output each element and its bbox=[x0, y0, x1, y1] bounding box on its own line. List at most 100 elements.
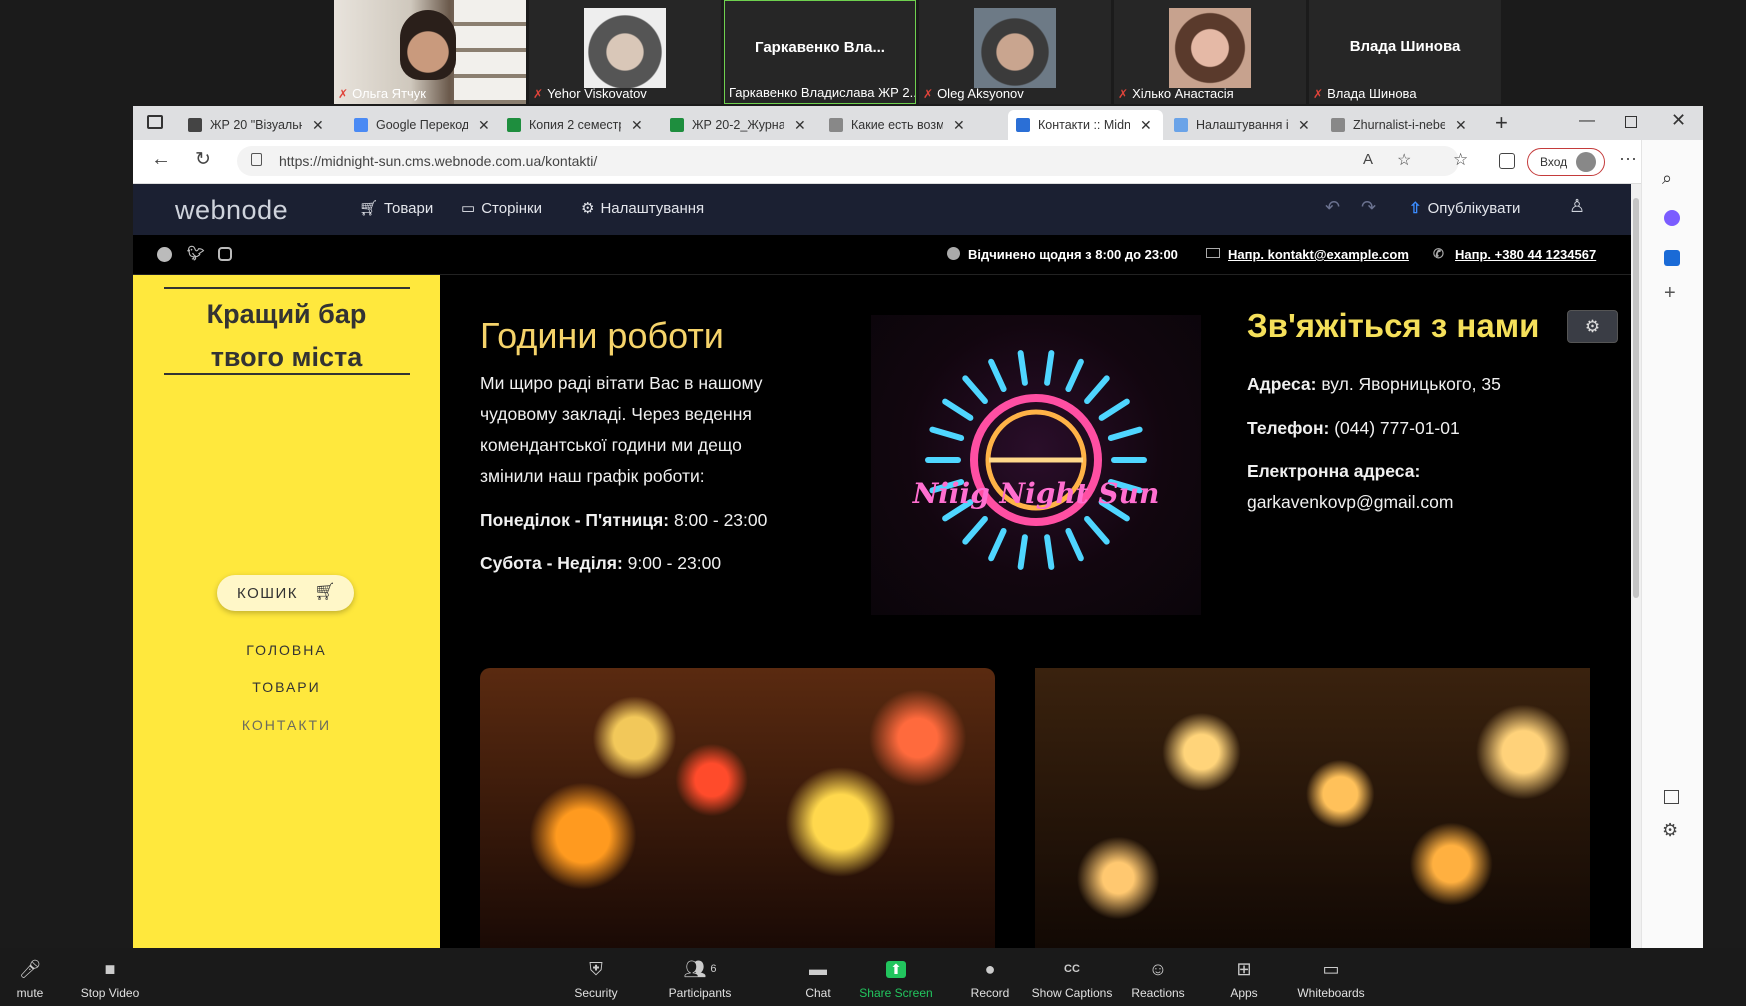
close-window-icon[interactable]: ✕ bbox=[1671, 110, 1686, 131]
toolbar-participants-button[interactable]: 👥︎ 6 Participants bbox=[652, 956, 748, 1001]
browser-tab[interactable]: Копия 2 семестр ✕ bbox=[499, 110, 659, 140]
close-tab-icon[interactable]: ✕ bbox=[794, 117, 806, 134]
participant-tile[interactable]: ✗ Хілько Анастасія bbox=[1114, 0, 1306, 104]
tab-actions-icon[interactable] bbox=[147, 115, 163, 129]
participant-tile[interactable]: ✗ Ольга Ятчук bbox=[334, 0, 526, 104]
nav-contacts[interactable]: КОНТАКТИ bbox=[133, 717, 440, 733]
cart-button[interactable]: КОШИК 🛒︎ bbox=[217, 575, 354, 611]
favorite-add-icon[interactable]: ☆ bbox=[1397, 150, 1411, 170]
browser-tab[interactable]: Налаштування ін ✕ bbox=[1166, 110, 1321, 140]
cart-icon: 🛒︎ bbox=[359, 200, 379, 217]
close-tab-icon[interactable]: ✕ bbox=[1298, 117, 1310, 134]
twitter-icon[interactable]: 🐦︎ bbox=[187, 245, 205, 262]
toolbar-reactions-button[interactable]: ☺ Reactions bbox=[1110, 956, 1206, 1001]
share-icon: ⬆ bbox=[848, 956, 944, 982]
publish-button[interactable]: ⇧ Опублікувати bbox=[1409, 199, 1520, 217]
upload-icon: ⇧ bbox=[1409, 200, 1422, 217]
facebook-icon[interactable] bbox=[157, 247, 172, 262]
sun-ray bbox=[1017, 534, 1028, 570]
phone-link[interactable]: Напр. +380 44 1234567 bbox=[1455, 247, 1596, 262]
collections-icon[interactable] bbox=[1499, 153, 1515, 169]
browser-tab[interactable]: Zhurnalist-i-nebe ✕ bbox=[1323, 110, 1483, 140]
toolbar-security-button[interactable]: ⛨ Security bbox=[548, 956, 644, 1001]
browser-tab[interactable]: ЖР 20-2_Журнал ✕ bbox=[662, 110, 817, 140]
participant-name: ✗ Yehor Viskovatov bbox=[533, 86, 647, 101]
close-tab-icon[interactable]: ✕ bbox=[953, 117, 965, 134]
settings-icon[interactable]: ⚙ bbox=[1662, 820, 1678, 841]
close-tab-icon[interactable]: ✕ bbox=[631, 117, 643, 134]
menu-pages[interactable]: ▭ Сторінки bbox=[461, 199, 542, 217]
copilot-app-icon[interactable] bbox=[1664, 210, 1680, 226]
refresh-icon[interactable]: ↻ bbox=[195, 148, 211, 171]
close-tab-icon[interactable]: ✕ bbox=[478, 117, 490, 134]
opening-hours-text: Відчинено щодня з 8:00 до 23:00 bbox=[968, 247, 1178, 262]
participant-tile[interactable]: Влада Шинова ✗ Влада Шинова bbox=[1309, 0, 1501, 104]
close-tab-icon[interactable]: ✕ bbox=[312, 117, 324, 134]
browser-tab[interactable]: Контакти :: Midni ✕ bbox=[1008, 110, 1163, 140]
undo-icon[interactable]: ↶ bbox=[1325, 197, 1340, 218]
sun-ray bbox=[988, 358, 1007, 393]
page-scrollbar[interactable] bbox=[1631, 184, 1641, 948]
toolbar-label: Whiteboards bbox=[1297, 986, 1365, 1000]
apps-icon: ⊞ bbox=[1236, 958, 1252, 979]
redo-icon[interactable]: ↷ bbox=[1361, 197, 1376, 218]
site-title[interactable]: Кращий бар твого міста bbox=[133, 293, 440, 379]
login-button[interactable]: Вход bbox=[1527, 148, 1605, 176]
bar-bottles-image[interactable] bbox=[480, 668, 995, 948]
nav-home[interactable]: ГОЛОВНА bbox=[133, 642, 440, 658]
mic-muted-icon: ✗ bbox=[1313, 87, 1324, 101]
close-tab-icon[interactable]: ✕ bbox=[1140, 117, 1152, 134]
phone-line: Телефон: (044) 777-01-01 bbox=[1247, 418, 1460, 438]
url-field[interactable]: https://midnight-sun.cms.webnode.com.ua/… bbox=[237, 146, 1459, 176]
browser-tab[interactable]: Какие есть возмо ✕ bbox=[821, 110, 1001, 140]
email-value[interactable]: garkavenkovp@gmail.com bbox=[1247, 492, 1453, 513]
person-head bbox=[400, 10, 456, 80]
mic-muted-icon: ✗ bbox=[338, 87, 349, 101]
sidebar-toggle-icon[interactable] bbox=[1664, 790, 1679, 804]
menu-products[interactable]: 🛒︎ Товари bbox=[359, 199, 433, 217]
more-icon[interactable]: ··· bbox=[1619, 148, 1637, 169]
nav-products[interactable]: ТОВАРИ bbox=[133, 679, 440, 695]
favorites-icon[interactable]: ☆ bbox=[1453, 150, 1468, 170]
mic-muted-icon: ✗ bbox=[1118, 87, 1129, 101]
user-icon[interactable]: ♙ bbox=[1569, 196, 1585, 217]
add-icon[interactable]: + bbox=[1664, 282, 1676, 305]
toolbar-share-screen-button[interactable]: ⬆ Share Screen bbox=[848, 956, 944, 1000]
restore-icon[interactable] bbox=[1625, 116, 1637, 128]
participant-tile-active[interactable]: Гаркавенко Вла... Гаркавенко Владислава … bbox=[724, 0, 916, 104]
outlook-icon[interactable] bbox=[1664, 250, 1680, 266]
hours-description: Ми щиро раді вітати Вас в нашому чудовом… bbox=[480, 373, 763, 486]
participant-tile[interactable]: ✗ Yehor Viskovatov bbox=[529, 0, 721, 104]
webnode-toolbar: webnode 🛒︎ Товари ▭ Сторінки ⚙ Налаштування… bbox=[133, 184, 1631, 235]
avatar bbox=[1169, 8, 1251, 88]
read-aloud-icon[interactable]: A bbox=[1363, 151, 1373, 168]
instagram-icon[interactable] bbox=[218, 247, 232, 261]
menu-settings[interactable]: ⚙ Налаштування bbox=[581, 199, 704, 217]
minimize-icon[interactable]: — bbox=[1579, 112, 1595, 130]
participant-tile[interactable]: ✗ Oleg Aksyonov bbox=[919, 0, 1111, 104]
scrollbar-thumb[interactable] bbox=[1633, 198, 1639, 598]
phone-icon: ✆ bbox=[1433, 246, 1444, 261]
avatar bbox=[1576, 152, 1596, 172]
participant-display-name: Влада Шинова bbox=[1349, 38, 1461, 55]
browser-tab[interactable]: ЖР 20 "Візуальн ✕ bbox=[180, 110, 340, 140]
search-icon[interactable]: ⌕ bbox=[1662, 168, 1672, 189]
participants-icon: 👥︎ 6 bbox=[683, 958, 717, 979]
browser-tab[interactable]: Google Перекод ✕ bbox=[346, 110, 496, 140]
toolbar-show-captions-button[interactable]: CC Show Captions bbox=[1024, 956, 1120, 1000]
section-settings-button[interactable]: ⚙ bbox=[1567, 310, 1618, 343]
toolbar-label: Share Screen bbox=[859, 986, 933, 1000]
back-icon[interactable]: ← bbox=[151, 148, 171, 171]
shield-icon: ⛨ bbox=[589, 958, 603, 979]
toolbar-stop-video-button[interactable]: ■ Stop Video bbox=[62, 956, 158, 1001]
bar-lamps-image[interactable] bbox=[1035, 668, 1590, 948]
email-link[interactable]: Напр. kontakt@example.com bbox=[1228, 247, 1409, 262]
close-tab-icon[interactable]: ✕ bbox=[1455, 117, 1467, 134]
toolbar-apps-button[interactable]: ⊞ Apps bbox=[1196, 956, 1292, 1001]
toolbar-label: Security bbox=[574, 986, 618, 1000]
webnode-logo[interactable]: webnode bbox=[175, 195, 288, 226]
tab-title: Налаштування ін bbox=[1196, 118, 1288, 132]
neon-logo-image[interactable]: Niiig Night Sun bbox=[871, 315, 1201, 615]
new-tab-icon[interactable]: + bbox=[1495, 110, 1508, 136]
toolbar-whiteboards-button[interactable]: ▭ Whiteboards bbox=[1283, 956, 1379, 1001]
